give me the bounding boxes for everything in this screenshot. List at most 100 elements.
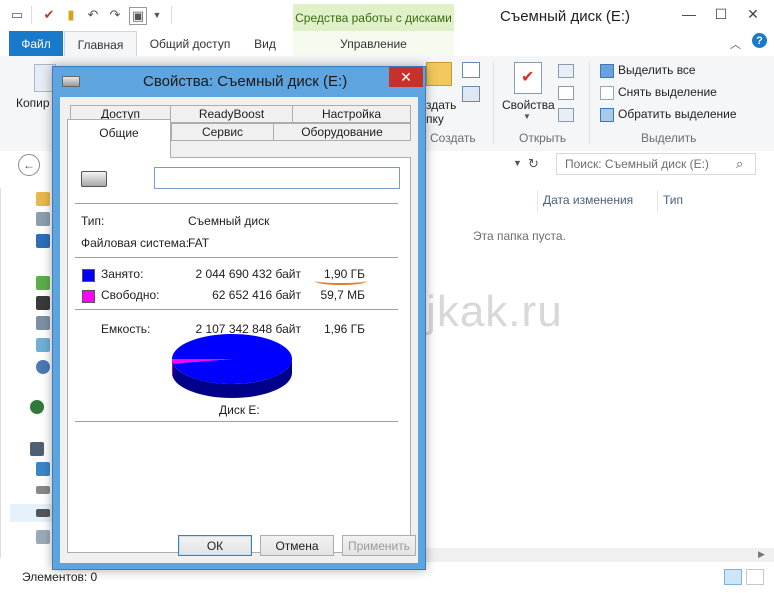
address-dropdown-icon[interactable]: ▼ — [513, 158, 522, 168]
filesystem-label: Файловая система: — [81, 236, 190, 250]
open-icon[interactable] — [558, 64, 574, 78]
favorites-icon[interactable] — [36, 192, 50, 206]
removable-drive-icon[interactable] — [36, 509, 50, 517]
invert-selection-icon[interactable] — [600, 108, 614, 122]
filesystem-value: FAT — [188, 236, 210, 250]
search-input[interactable]: Поиск: Съемный диск (E:) — [556, 153, 756, 175]
desktop-icon[interactable] — [36, 234, 50, 248]
scroll-right-icon[interactable]: ▶ — [758, 549, 765, 560]
large-icons-view-icon[interactable] — [746, 569, 764, 585]
dialog-close-icon[interactable]: ✕ — [389, 67, 423, 87]
properties-dialog: Свойства: Съемный диск (E:) ✕ Доступ Rea… — [52, 66, 426, 570]
details-view-icon[interactable] — [724, 569, 742, 585]
properties-icon[interactable]: ✔ — [514, 62, 542, 94]
disk-label: Диск E: — [219, 403, 260, 417]
properties-button-label[interactable]: Свойства — [502, 98, 555, 112]
network-icon[interactable] — [36, 530, 50, 544]
group-select-label: Выделить — [641, 131, 697, 145]
tab-general[interactable]: Общие — [67, 119, 171, 158]
ribbon-separator — [493, 62, 494, 144]
new-folder-qa-icon[interactable]: ▮ — [63, 7, 79, 23]
drive-d-icon[interactable] — [36, 486, 50, 494]
window-close-icon[interactable]: ✕ — [740, 4, 766, 24]
tab-view[interactable]: Вид — [245, 31, 285, 56]
usage-pie-chart — [172, 334, 292, 398]
tab-home[interactable]: Главная — [64, 31, 137, 57]
music-icon[interactable] — [36, 360, 50, 374]
history-icon[interactable] — [558, 108, 574, 122]
dialog-title: Свойства: Съемный диск (E:) — [143, 73, 348, 90]
back-icon[interactable]: ← — [18, 154, 40, 176]
select-all-button[interactable]: Выделить все — [618, 63, 696, 77]
new-folder-label-2[interactable]: пку — [426, 112, 444, 126]
tab-hardware[interactable]: Оборудование — [273, 123, 411, 141]
ribbon-collapse-icon[interactable]: ︿ — [730, 36, 741, 52]
pie-used-slice — [172, 334, 292, 384]
free-bytes: 62 652 416 байт — [212, 288, 301, 302]
cancel-button[interactable]: Отмена — [260, 535, 334, 556]
empty-folder-message: Эта папка пуста. — [473, 229, 566, 243]
local-disk-icon[interactable] — [36, 462, 50, 476]
tab-share[interactable]: Общий доступ — [140, 31, 240, 56]
minimize-icon[interactable]: — — [676, 4, 702, 24]
select-none-icon[interactable] — [600, 86, 614, 100]
context-tools-header: Средства работы с дисками — [293, 4, 454, 31]
type-label: Тип: — [81, 214, 105, 228]
volume-name-input[interactable] — [154, 167, 400, 189]
help-icon[interactable]: ? — [752, 33, 767, 48]
column-date-modified[interactable]: Дата изменения — [543, 193, 633, 207]
column-type[interactable]: Тип — [663, 193, 683, 207]
column-divider — [537, 190, 538, 212]
properties-chevron-icon[interactable]: ▼ — [523, 112, 531, 121]
window-title: Съемный диск (E:) — [500, 8, 630, 25]
search-icon[interactable]: ⌕ — [736, 156, 743, 172]
free-short: 59,7 МБ — [320, 288, 365, 302]
invert-selection-button[interactable]: Обратить выделение — [618, 107, 737, 121]
new-folder-label-1[interactable]: здать — [426, 98, 456, 112]
properties-qa-icon[interactable]: ✔ — [41, 7, 57, 23]
ok-button[interactable]: ОК — [178, 535, 252, 556]
tab-manage[interactable]: Управление — [293, 31, 454, 56]
capacity-label: Емкость: — [101, 322, 151, 336]
copy-button-label[interactable]: Копир — [16, 96, 50, 110]
qa-customize-chevron-icon[interactable]: ▼ — [149, 7, 165, 23]
free-color-swatch — [82, 290, 95, 303]
refresh-icon[interactable]: ↻ — [528, 156, 539, 172]
ribbon-tabs: Файл Главная Общий доступ Вид Управление — [0, 31, 774, 57]
horizontal-scrollbar[interactable]: ▶ — [426, 548, 774, 562]
pane-edge — [0, 188, 1, 558]
used-color-swatch — [82, 269, 95, 282]
tab-tools[interactable]: Сервис — [171, 123, 274, 141]
downloads-icon[interactable] — [36, 212, 50, 226]
tab-customize[interactable]: Настройка — [292, 105, 411, 123]
tab-file[interactable]: Файл — [9, 31, 63, 56]
tab-readyboost[interactable]: ReadyBoost — [170, 105, 293, 123]
free-label: Свободно: — [101, 288, 160, 302]
new-item-icon[interactable] — [462, 62, 480, 78]
group-open-label: Открыть — [519, 131, 567, 145]
easy-access-icon[interactable] — [462, 86, 480, 102]
type-value: Съемный диск — [188, 214, 270, 228]
libraries-icon[interactable] — [36, 276, 50, 290]
capacity-short: 1,96 ГБ — [323, 322, 365, 336]
new-folder-icon[interactable] — [426, 62, 452, 86]
documents-icon[interactable] — [36, 316, 50, 330]
pictures-icon[interactable] — [36, 338, 50, 352]
qa-divider — [31, 6, 32, 24]
drive-icon: ▭ — [10, 7, 24, 22]
maximize-icon[interactable]: ☐ — [708, 4, 734, 24]
select-none-button[interactable]: Снять выделение — [618, 85, 717, 99]
undo-icon[interactable]: ↶ — [85, 7, 101, 23]
computer-icon[interactable] — [30, 442, 44, 456]
apply-button[interactable]: Применить — [342, 535, 416, 556]
used-highlight-underline — [315, 277, 367, 285]
homegroup-icon[interactable] — [30, 400, 44, 414]
select-all-icon[interactable] — [600, 64, 614, 78]
qa-divider-2 — [171, 6, 172, 24]
edit-icon[interactable] — [558, 86, 574, 100]
videos-icon[interactable] — [36, 296, 50, 310]
used-label: Занято: — [101, 267, 144, 281]
column-headers: Дата изменения Тип — [430, 190, 774, 212]
window-qa-icon[interactable]: ▣ — [129, 7, 147, 25]
redo-icon[interactable]: ↷ — [107, 7, 123, 23]
